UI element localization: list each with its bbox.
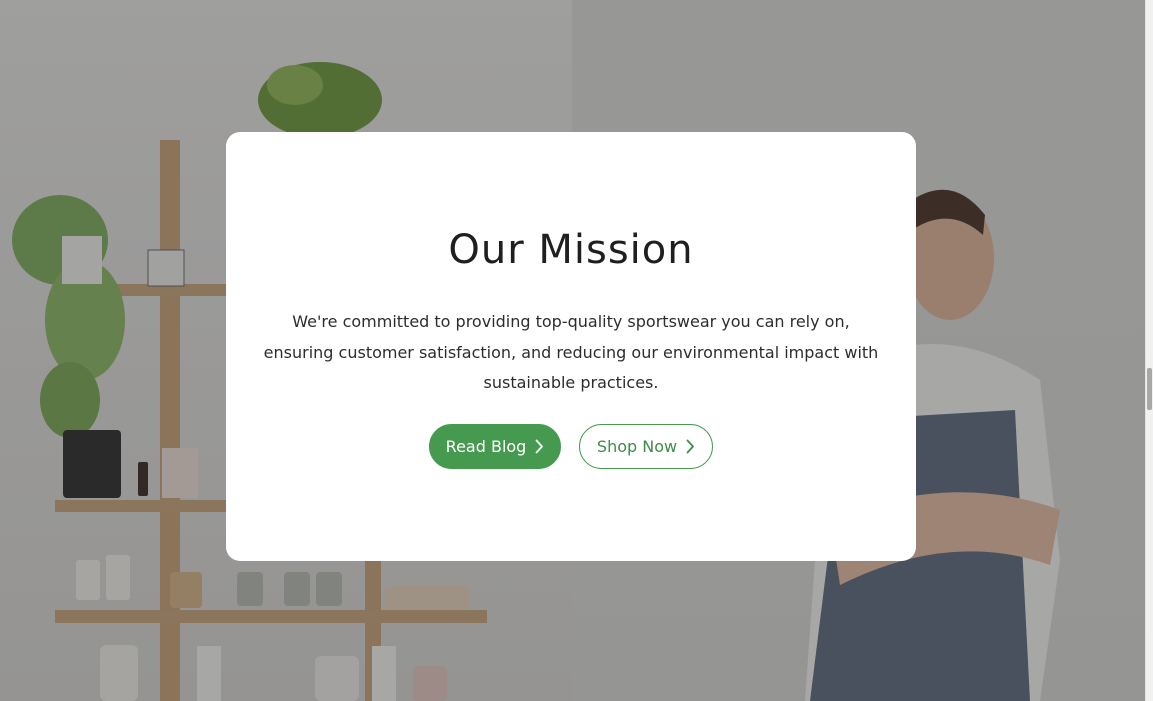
read-blog-button-label: Read Blog — [445, 437, 527, 456]
scrollbar-thumb[interactable] — [1147, 368, 1152, 410]
page: Our Mission We're committed to providing… — [0, 0, 1153, 701]
modal-description: We're committed to providing top-quality… — [263, 312, 879, 392]
read-blog-button[interactable]: Read Blog — [429, 424, 561, 469]
chevron-right-icon — [535, 439, 544, 454]
modal-actions: Read Blog Shop Now — [226, 424, 916, 469]
shop-now-button[interactable]: Shop Now — [579, 424, 713, 469]
chevron-right-icon — [686, 439, 695, 454]
modal-title: Our Mission — [448, 227, 694, 273]
shop-now-button-label: Shop Now — [596, 437, 678, 456]
page-scrollbar[interactable] — [1145, 0, 1153, 701]
mission-modal: Our Mission We're committed to providing… — [226, 132, 916, 561]
